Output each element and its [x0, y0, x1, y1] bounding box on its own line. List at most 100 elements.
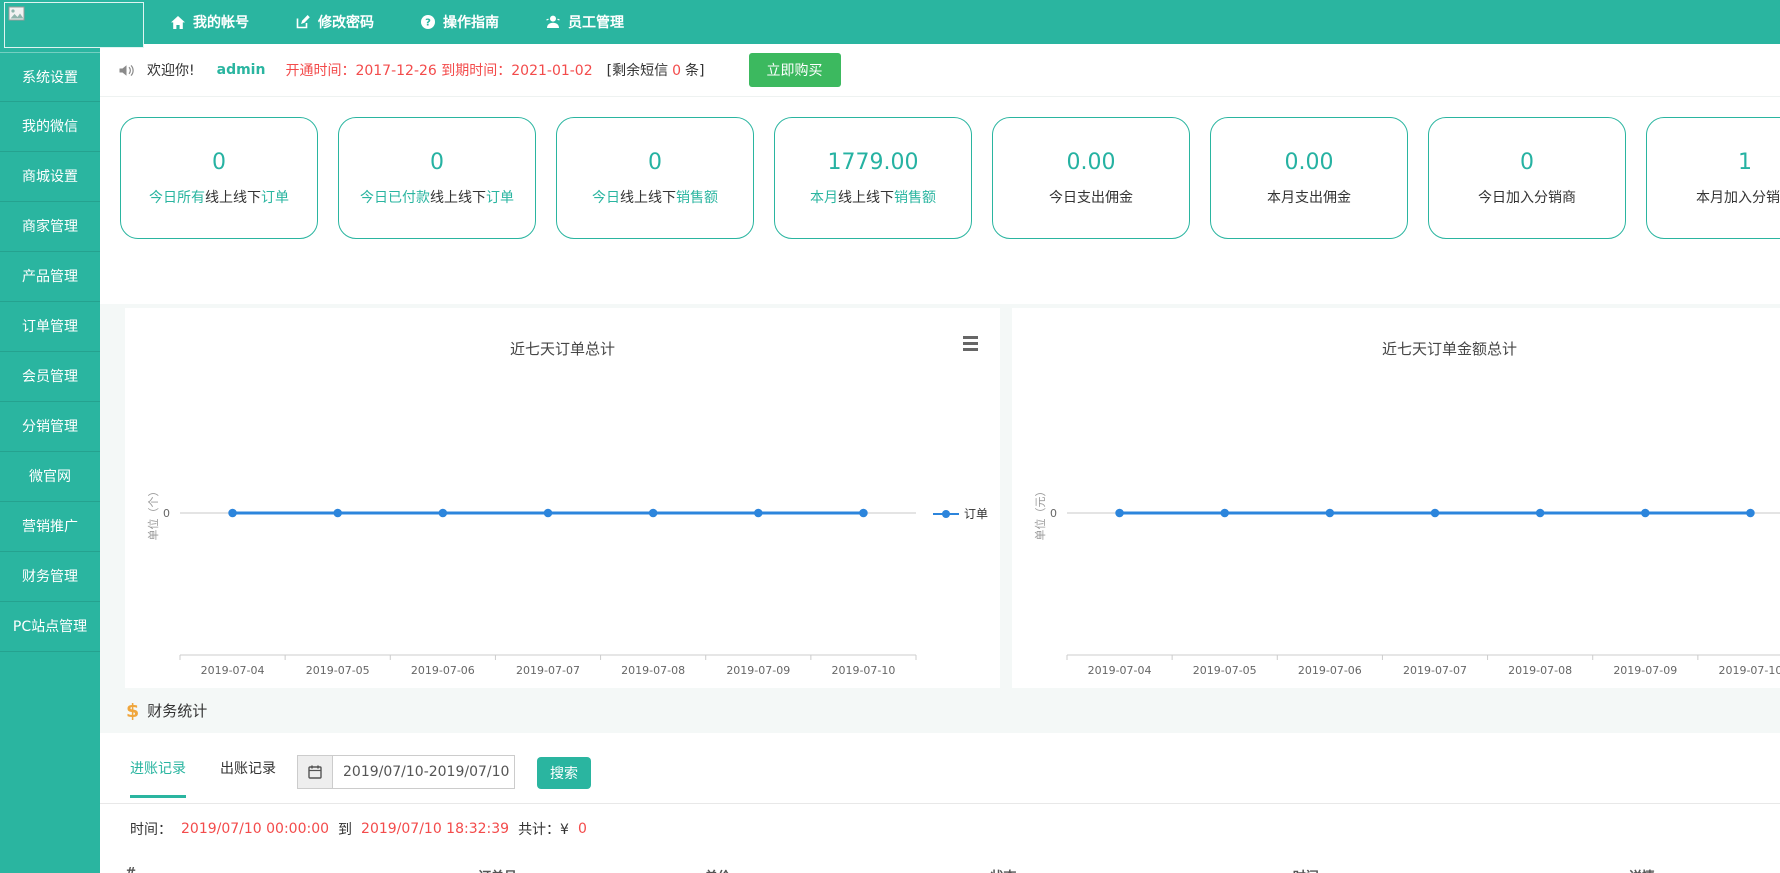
finance-section-title: 财务统计	[147, 700, 207, 721]
question-circle-icon: ?	[420, 14, 436, 30]
sidebar-item-product-management[interactable]: 产品管理	[0, 252, 100, 302]
svg-text:单位（元）: 单位（元）	[1033, 486, 1047, 541]
stat-label-plain: 本月加入分销商	[1696, 190, 1780, 206]
table-header: 状态	[990, 866, 1016, 873]
orders-line-chart: 单位（个）02019-07-042019-07-052019-07-062019…	[125, 308, 1000, 688]
stat-value: 0.00	[1067, 150, 1116, 175]
stat-cards-row: 0今日所有线上线下订单0今日已付款线上线下订单0今日线上线下销售额1779.00…	[120, 117, 1780, 239]
stat-label-accent: 本月	[810, 190, 838, 206]
stat-label-accent: 今日	[592, 190, 620, 206]
stat-value: 0	[648, 150, 662, 175]
legend-marker-icon	[933, 509, 959, 519]
summary-total-label: 共计：¥	[518, 819, 569, 839]
stat-label-plain: 线上线下	[205, 190, 261, 206]
nav-menu: 我的帐号 修改密码 ? 操作指南 员工管理	[170, 0, 624, 44]
nav-item-staff-management[interactable]: 员工管理	[545, 12, 624, 32]
finance-content: 进账记录 出账记录 搜索 时间： 2019/07/10 00:00:00 到 2…	[100, 733, 1780, 873]
svg-text:2019-07-09: 2019-07-09	[1613, 664, 1677, 677]
buy-now-button[interactable]: 立即购买	[749, 53, 841, 87]
main-content: 欢迎你! admin 开通时间：2017-12-26 到期时间：2021-01-…	[100, 44, 1780, 873]
sidebar-item-distribution-management[interactable]: 分销管理	[0, 402, 100, 452]
sidebar-item-system-settings[interactable]: 系统设置	[0, 52, 100, 102]
sidebar-item-member-management[interactable]: 会员管理	[0, 352, 100, 402]
chart-legend[interactable]: 订单	[933, 505, 988, 522]
stat-label: 今日支出佣金	[1049, 187, 1133, 207]
sms-remaining: [剩余短信0条]	[607, 60, 705, 80]
sidebar-item-merchant-management[interactable]: 商家管理	[0, 202, 100, 252]
table-header: 时间	[1293, 866, 1319, 873]
summary-middle: 到	[338, 819, 352, 839]
svg-text:0: 0	[163, 507, 170, 520]
account-period: 开通时间：2017-12-26 到期时间：2021-01-02	[285, 60, 592, 80]
stat-label-accent: 销售额	[676, 190, 718, 206]
stat-label-plain: 线上线下	[838, 190, 894, 206]
sidebar-item-micro-site[interactable]: 微官网	[0, 452, 100, 502]
svg-text:单位（个）: 单位（个）	[146, 486, 160, 541]
speaker-icon	[118, 63, 135, 78]
search-button[interactable]: 搜索	[537, 757, 591, 789]
tab-income-records[interactable]: 进账记录	[130, 758, 186, 798]
tabs-divider	[100, 803, 1780, 804]
stat-value: 0	[430, 150, 444, 175]
welcome-bar: 欢迎你! admin 开通时间：2017-12-26 到期时间：2021-01-…	[100, 44, 1780, 97]
time-summary: 时间： 2019/07/10 00:00:00 到 2019/07/10 18:…	[130, 819, 587, 839]
stat-label-accent: 订单	[261, 190, 289, 206]
welcome-username: admin	[217, 62, 266, 78]
nav-item-change-password[interactable]: 修改密码	[295, 12, 374, 32]
stat-card-today-sales: 0 今日线上线下销售额	[556, 117, 754, 239]
table-header: 订单号	[478, 866, 517, 873]
date-range-input[interactable]	[333, 755, 515, 789]
svg-text:2019-07-06: 2019-07-06	[1298, 664, 1362, 677]
sidebar: 系统设置我的微信商城设置商家管理产品管理订单管理会员管理分销管理微官网营销推广财…	[0, 44, 100, 873]
nav-item-label: 我的帐号	[193, 12, 249, 32]
summary-total-value: 0	[578, 821, 587, 837]
stat-label-accent: 今日已付款	[360, 190, 430, 206]
home-icon	[170, 15, 186, 30]
stat-label-plain: 线上线下	[430, 190, 486, 206]
sidebar-item-order-management[interactable]: 订单管理	[0, 302, 100, 352]
stat-value: 1779.00	[828, 150, 919, 175]
svg-text:2019-07-05: 2019-07-05	[1193, 664, 1257, 677]
stat-label-accent: 今日所有	[149, 190, 205, 206]
stat-label: 今日加入分销商	[1478, 187, 1576, 207]
date-range-group	[297, 755, 515, 789]
stat-label: 本月线上线下销售额	[810, 187, 936, 207]
nav-item-my-account[interactable]: 我的帐号	[170, 12, 249, 32]
nav-item-label: 修改密码	[318, 12, 374, 32]
stat-card-month-new-distributors: 1 本月加入分销商	[1646, 117, 1780, 239]
stat-label-accent: 订单	[486, 190, 514, 206]
table-header: 单价	[705, 866, 731, 873]
table-header: 详情	[1629, 866, 1655, 873]
order-amount-line-chart: 单位（元）02019-07-042019-07-052019-07-062019…	[1012, 308, 1780, 688]
nav-item-operation-guide[interactable]: ? 操作指南	[420, 12, 499, 32]
svg-text:2019-07-10: 2019-07-10	[831, 664, 895, 677]
svg-text:2019-07-07: 2019-07-07	[1403, 664, 1467, 677]
edit-icon	[295, 14, 311, 30]
stat-label-plain: 线上线下	[620, 190, 676, 206]
sidebar-item-marketing-promotion[interactable]: 营销推广	[0, 502, 100, 552]
stat-value: 1	[1738, 150, 1752, 175]
staff-icon	[545, 14, 561, 30]
svg-text:2019-07-08: 2019-07-08	[621, 664, 685, 677]
sidebar-item-finance-management[interactable]: 财务管理	[0, 552, 100, 602]
summary-end-time: 2019/07/10 18:32:39	[361, 821, 509, 837]
legend-label: 订单	[964, 505, 988, 522]
svg-text:2019-07-10: 2019-07-10	[1718, 664, 1780, 677]
summary-prefix: 时间：	[130, 819, 172, 839]
finance-tabs: 进账记录 出账记录	[130, 758, 276, 798]
sidebar-item-my-wechat[interactable]: 我的微信	[0, 102, 100, 152]
stat-card-month-commission-paid: 0.00本月支出佣金	[1210, 117, 1408, 239]
orders-chart-panel: 近七天订单总计 单位（个）02019-07-042019-07-052019-0…	[125, 308, 1000, 688]
sidebar-item-mall-settings[interactable]: 商城设置	[0, 152, 100, 202]
stat-card-today-new-distributors: 0今日加入分销商	[1428, 117, 1626, 239]
stat-label-accent: 销售额	[894, 190, 936, 206]
svg-text:2019-07-09: 2019-07-09	[726, 664, 790, 677]
stat-label: 今日已付款线上线下订单	[360, 187, 514, 207]
sidebar-item-pc-site-management[interactable]: PC站点管理	[0, 602, 100, 652]
stat-card-today-all-orders: 0今日所有线上线下订单	[120, 117, 318, 239]
sms-suffix: 条]	[685, 63, 704, 79]
sms-prefix: [剩余短信	[607, 63, 668, 79]
stat-label: 本月加入分销商	[1696, 187, 1780, 207]
tab-outgo-records[interactable]: 出账记录	[220, 758, 276, 798]
order-amount-chart-panel: 近七天订单金额总计 单位（元）02019-07-042019-07-052019…	[1012, 308, 1780, 688]
